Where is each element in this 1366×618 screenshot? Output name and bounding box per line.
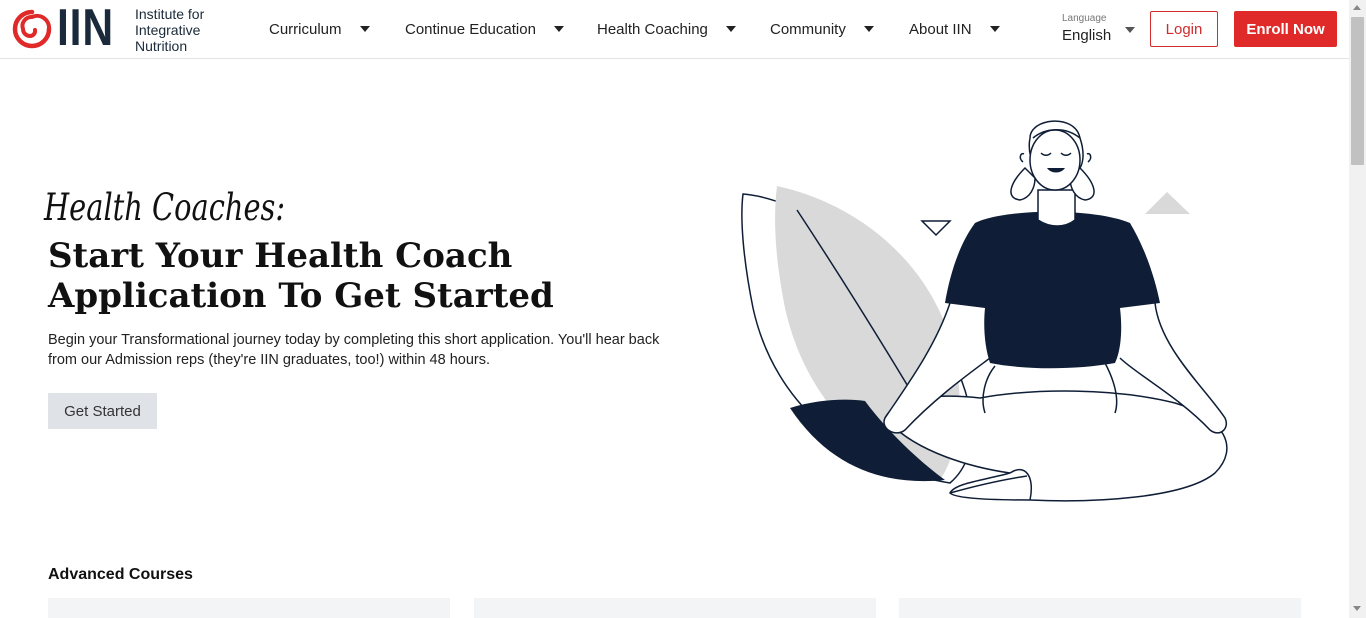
scroll-down-arrow-icon[interactable] (1353, 606, 1361, 611)
spiral-logo-icon (12, 9, 52, 49)
get-started-button[interactable]: Get Started (48, 393, 157, 429)
hero-description: Begin your Transformational journey toda… (48, 332, 660, 368)
logo-wordmark: IIN (57, 0, 114, 57)
chevron-down-icon (725, 26, 736, 32)
chevron-down-icon (359, 26, 370, 32)
nav-curriculum[interactable]: Curriculum (269, 19, 370, 39)
language-selector[interactable]: Language English (1062, 13, 1138, 47)
page-scrollbar[interactable] (1349, 0, 1366, 618)
chevron-down-icon (863, 26, 874, 32)
scroll-up-arrow-icon[interactable] (1353, 5, 1361, 10)
advanced-courses-title: Advanced Courses (48, 566, 193, 583)
nav-label: About IIN (909, 20, 972, 38)
nav-label: Continue Education (405, 20, 536, 38)
login-button[interactable]: Login (1150, 11, 1218, 47)
language-label: Language (1062, 13, 1107, 24)
hero-script-heading: Health Coaches: (44, 186, 286, 229)
nav-community[interactable]: Community (770, 19, 874, 39)
nav-health-coaching[interactable]: Health Coaching (597, 19, 736, 39)
course-card[interactable] (474, 598, 876, 618)
iin-logo[interactable]: IIN Institute for Integrative Nutrition (11, 2, 216, 54)
nav-label: Community (770, 20, 846, 38)
nav-label: Curriculum (269, 20, 342, 38)
meditating-woman-illustration (741, 120, 1228, 502)
enroll-now-button[interactable]: Enroll Now (1234, 11, 1337, 47)
course-card[interactable] (899, 598, 1301, 618)
logo-text: Institute for Integrative Nutrition (135, 6, 205, 54)
course-card[interactable] (48, 598, 450, 618)
hero-title: Start Your Health Coach Application To G… (48, 236, 554, 316)
chevron-down-icon (1125, 27, 1135, 33)
nav-about-iin[interactable]: About IIN (909, 19, 1000, 39)
chevron-down-icon (989, 26, 1000, 32)
nav-label: Health Coaching (597, 20, 708, 38)
site-header: IIN Institute for Integrative Nutrition … (0, 0, 1349, 59)
nav-continue-education[interactable]: Continue Education (405, 19, 564, 39)
language-value: English (1062, 27, 1112, 44)
scrollbar-thumb[interactable] (1351, 17, 1364, 165)
chevron-down-icon (553, 26, 564, 32)
